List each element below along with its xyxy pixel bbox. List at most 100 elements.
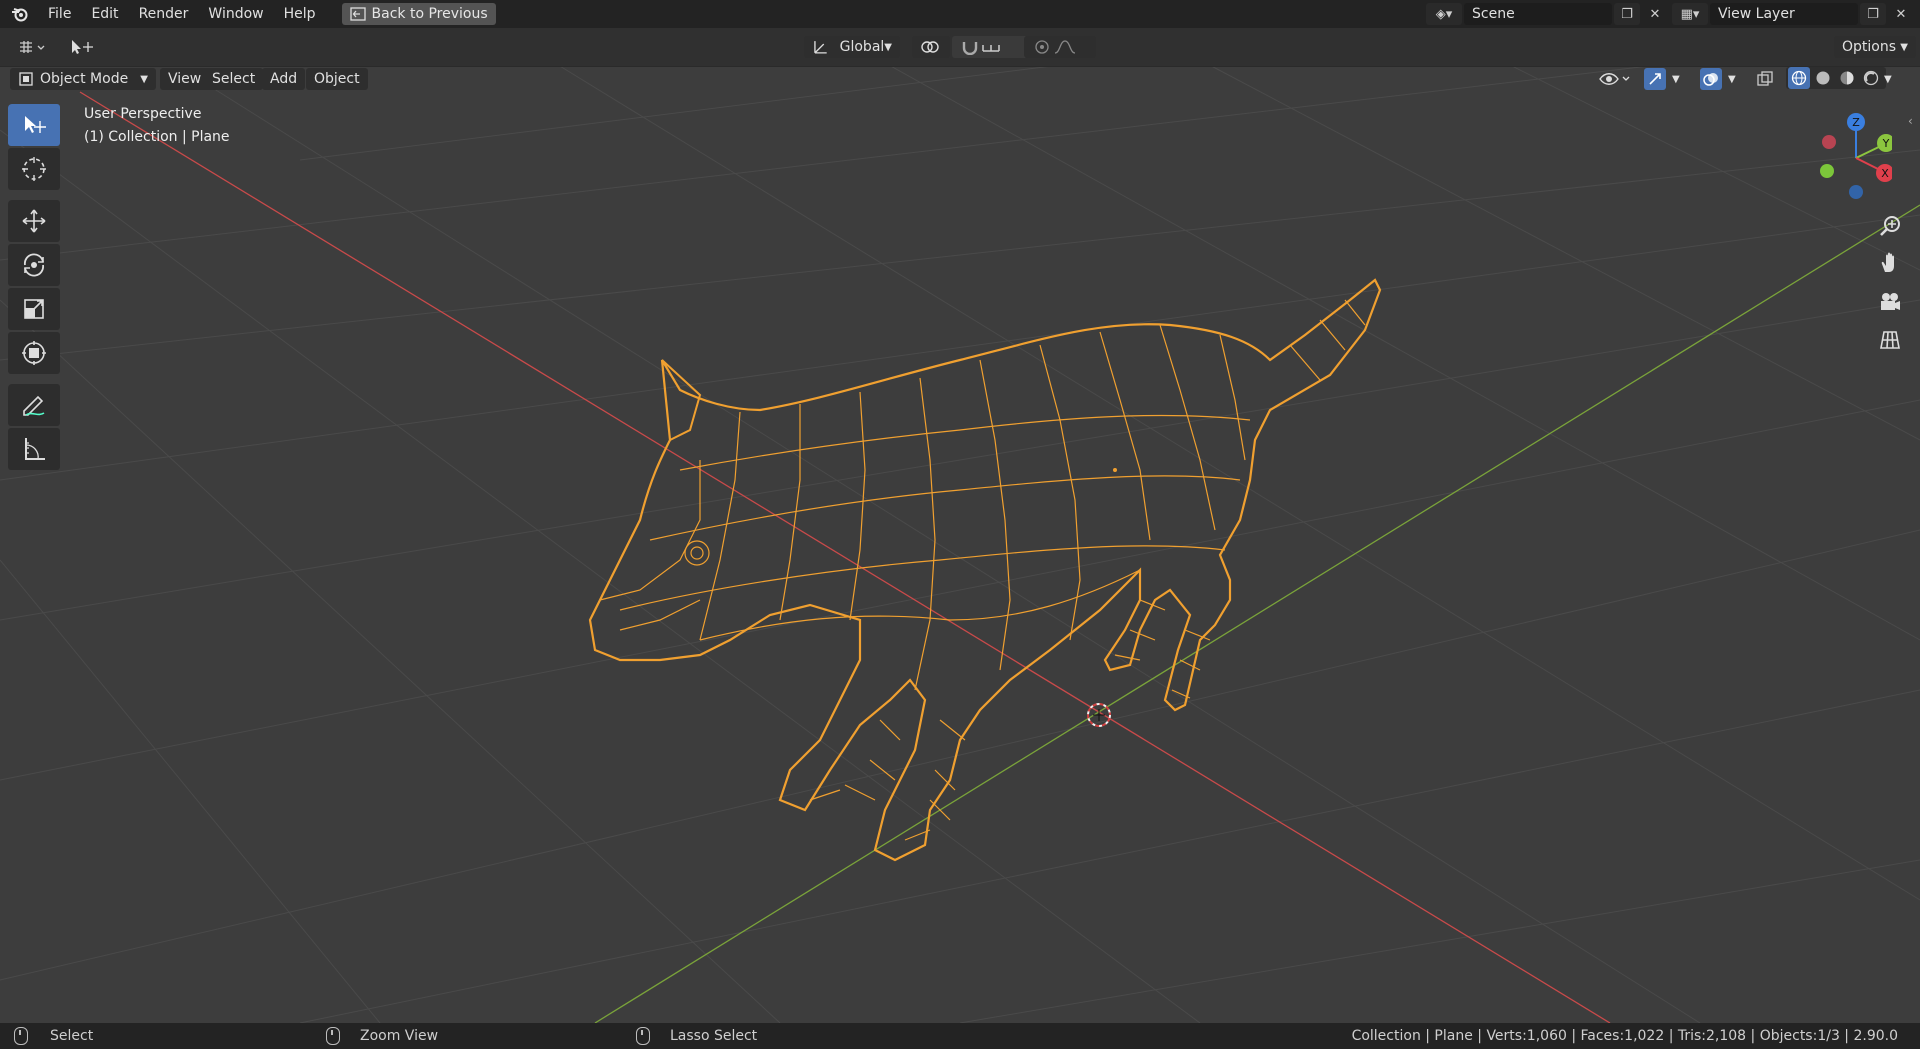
snap-increment-icon [982, 45, 1000, 52]
pan-view-button[interactable] [1874, 247, 1906, 279]
visibility-dropdown[interactable] [1598, 68, 1632, 90]
back-to-previous-label: Back to Previous [371, 6, 488, 22]
delete-scene-icon[interactable]: ✕ [1642, 3, 1668, 25]
gizmo-z-label: Z [1852, 116, 1860, 129]
object-mode-icon [19, 72, 33, 86]
scene-statistics: Collection | Plane | Verts:1,060 | Faces… [1351, 1028, 1898, 1044]
eye-icon [1599, 73, 1630, 85]
menu-object-label: Object [314, 71, 360, 87]
gizmo-chevron-icon: ▼ [1672, 73, 1680, 85]
rotate-tool[interactable] [8, 244, 60, 286]
transform-orientation-value: Global [839, 39, 885, 55]
tool-shelf [8, 104, 64, 480]
gizmo-neg-y-axis[interactable] [1820, 164, 1834, 178]
transform-tool-group [8, 200, 64, 376]
view-layer-browse-icon[interactable]: ▦▾ [1672, 3, 1708, 25]
navigation-gizmo[interactable]: Z Y X [1812, 110, 1892, 200]
annotate-pencil-icon [23, 395, 45, 416]
menu-view[interactable]: View [160, 68, 210, 90]
gizmo-neg-x-axis[interactable] [1822, 135, 1836, 149]
scene-selector: ◈▾ Scene ❐ ✕ [1426, 2, 1668, 26]
left-mouse-icon [14, 1027, 28, 1045]
object-mode-dropdown[interactable]: Object Mode ▼ [10, 68, 156, 90]
shading-options-dropdown[interactable]: ▼ [1882, 68, 1900, 90]
overlays-toggle[interactable]: ▼ [1700, 68, 1746, 90]
pivot-point-dropdown[interactable] [912, 36, 950, 58]
view-layer-name: View Layer [1718, 6, 1795, 22]
move-icon [22, 209, 46, 233]
status-bar: Select Zoom View Lasso Select Collection… [0, 1023, 1920, 1049]
transform-tool[interactable] [8, 332, 60, 374]
editor-type-button[interactable] [10, 36, 54, 58]
overlays-icon [1700, 68, 1722, 90]
select-box-tool[interactable] [8, 104, 60, 146]
back-to-previous-button[interactable]: Back to Previous [341, 3, 496, 25]
delete-view-layer-icon[interactable]: ✕ [1888, 3, 1914, 25]
proportional-edit-toggle[interactable] [1024, 36, 1096, 58]
new-view-layer-icon[interactable]: ❐ [1860, 3, 1886, 25]
menu-add-label: Add [270, 71, 298, 87]
gizmo-toggle[interactable]: ▼ [1644, 68, 1690, 90]
menu-object[interactable]: Object [306, 68, 368, 90]
menu-add[interactable]: Add [262, 68, 306, 90]
measure-ruler-icon [25, 438, 45, 460]
collection-label: (1) Collection | Plane [84, 129, 230, 145]
gizmo-x-label: X [1881, 167, 1889, 180]
zoom-icon [1880, 216, 1900, 236]
grid-perspective-icon [1880, 331, 1900, 349]
options-chevron-icon: ▼ [1900, 41, 1908, 53]
snap-toggle[interactable] [952, 36, 1028, 58]
menu-file[interactable]: File [38, 0, 81, 28]
options-dropdown[interactable]: Options ▼ [1834, 36, 1916, 58]
scene-browse-icon[interactable]: ◈▾ [1426, 3, 1462, 25]
cursor-move-icon [72, 40, 93, 54]
3d-cursor-icon [22, 157, 46, 181]
select-mode-button[interactable] [60, 36, 104, 58]
menu-select[interactable]: Select [204, 68, 264, 90]
scene-name: Scene [1472, 6, 1515, 22]
magnet-icon [962, 42, 978, 55]
cursor-tool[interactable] [8, 148, 60, 190]
transform-orientation-dropdown[interactable]: Global ▼ [804, 36, 900, 58]
sidebar-toggle-icon[interactable]: ‹ [1908, 114, 1913, 128]
annotate-tool[interactable] [8, 384, 60, 426]
options-label: Options [1842, 39, 1897, 55]
floor-grid [0, 59, 1920, 1023]
middle-mouse-icon [326, 1027, 340, 1045]
x-axis-line [79, 91, 1611, 1023]
solid-shading-icon[interactable] [1812, 67, 1834, 89]
shading-chevron-icon: ▼ [1884, 73, 1892, 85]
material-shading-icon[interactable] [1836, 67, 1858, 89]
mesh-wireframe [588, 278, 1382, 862]
y-axis-line [594, 204, 1920, 1023]
menu-help[interactable]: Help [274, 0, 326, 28]
viewport-canvas[interactable] [0, 28, 1920, 1023]
perspective-label: User Perspective [84, 106, 202, 122]
object-mode-chevron-icon: ▼ [140, 73, 148, 85]
move-tool[interactable] [8, 200, 60, 242]
editor-type-icon [20, 41, 45, 53]
view-layer-selector: ▦▾ View Layer ❐ ✕ [1672, 2, 1914, 26]
menu-edit[interactable]: Edit [81, 0, 128, 28]
scene-name-field[interactable]: Scene [1464, 3, 1612, 25]
object-mode-label: Object Mode [40, 71, 129, 87]
camera-icon [1881, 293, 1900, 310]
status-lasso-label: Lasso Select [670, 1028, 758, 1044]
menu-render[interactable]: Render [129, 0, 199, 28]
rendered-shading-icon[interactable] [1860, 67, 1882, 89]
tool-settings-bar: Global ▼ Options ▼ [0, 28, 1920, 67]
blender-logo-icon[interactable] [6, 0, 34, 28]
zoom-view-button[interactable] [1874, 210, 1906, 242]
scale-tool[interactable] [8, 288, 60, 330]
new-scene-icon[interactable]: ❐ [1614, 3, 1640, 25]
menu-window[interactable]: Window [198, 0, 273, 28]
view-layer-name-field[interactable]: View Layer [1710, 3, 1858, 25]
status-select-label: Select [50, 1028, 94, 1044]
wireframe-shading-icon[interactable] [1788, 67, 1810, 89]
camera-view-button[interactable] [1874, 286, 1906, 318]
orthographic-toggle-button[interactable] [1874, 324, 1906, 356]
rotate-icon [24, 253, 44, 277]
xray-toggle[interactable] [1756, 68, 1780, 90]
gizmo-neg-z-axis[interactable] [1849, 185, 1863, 199]
measure-tool[interactable] [8, 428, 60, 470]
